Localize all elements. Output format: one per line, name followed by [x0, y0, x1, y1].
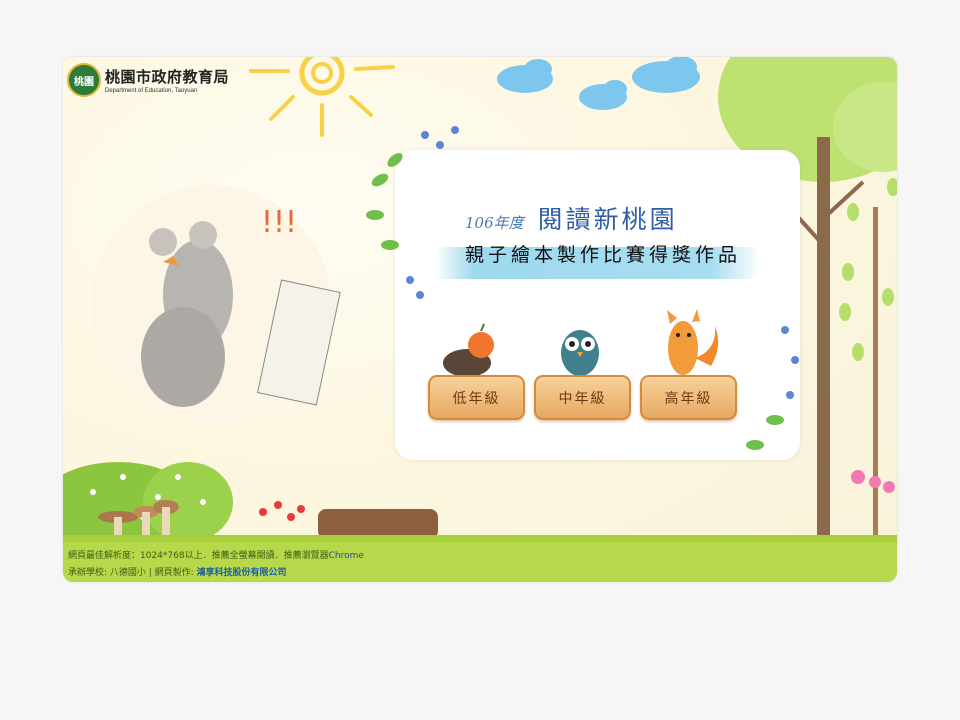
logo-text-block: 桃園市政府教育局 Department of Education, Taoyua…	[105, 66, 229, 94]
grade-label: 中年級	[558, 390, 607, 407]
logo-subtitle: Department of Education, Taoyuan	[105, 88, 198, 94]
logo-title: 桃園市政府教育局	[105, 68, 230, 86]
sun-icon	[249, 57, 395, 137]
grade-label: 高年級	[664, 390, 713, 407]
grade-label: 低年級	[452, 390, 501, 407]
emblem-seal: 桃園	[67, 63, 101, 97]
footer-browser: Chrome	[328, 551, 364, 561]
hedgehog-icon	[443, 323, 494, 377]
main-frame: !!! 桃園 桃園市政府教育局 Department of Education,…	[63, 57, 897, 582]
award-card: 106年度 閱讀新桃園 親子繪本製作比賽得獎作品 低年級 中年級 高年級	[366, 126, 800, 460]
footer-resolution-text: 網頁最佳解析度：1024*768以上．推薦全螢幕閱讀．推薦瀏覽器	[68, 551, 329, 561]
grade-button-low[interactable]: 低年級	[428, 375, 525, 420]
footer-school-text: 承辦學校: 八德國小 | 網頁製作:	[68, 568, 197, 578]
grade-button-high[interactable]: 高年級	[640, 375, 737, 420]
footer-company-link[interactable]: 鴻享科技股份有限公司	[197, 568, 287, 578]
cloud-icon	[497, 57, 700, 110]
seal-text: 桃園	[74, 76, 94, 88]
org-logo[interactable]: 桃園 桃園市政府教育局 Department of Education, Tao…	[67, 63, 229, 97]
footer-credits: 承辦學校: 八德國小 | 網頁製作: 鴻享科技股份有限公司	[68, 565, 287, 578]
footer: 網頁最佳解析度：1024*768以上．推薦全螢幕閱讀．推薦瀏覽器Chrome 承…	[63, 542, 897, 582]
fox-icon	[667, 309, 719, 375]
svg-text:!!!: !!!	[261, 205, 297, 240]
grade-button-middle[interactable]: 中年級	[534, 375, 631, 420]
footer-resolution-note: 網頁最佳解析度：1024*768以上．推薦全螢幕閱讀．推薦瀏覽器Chrome	[68, 548, 364, 561]
owl-icon	[561, 330, 599, 376]
